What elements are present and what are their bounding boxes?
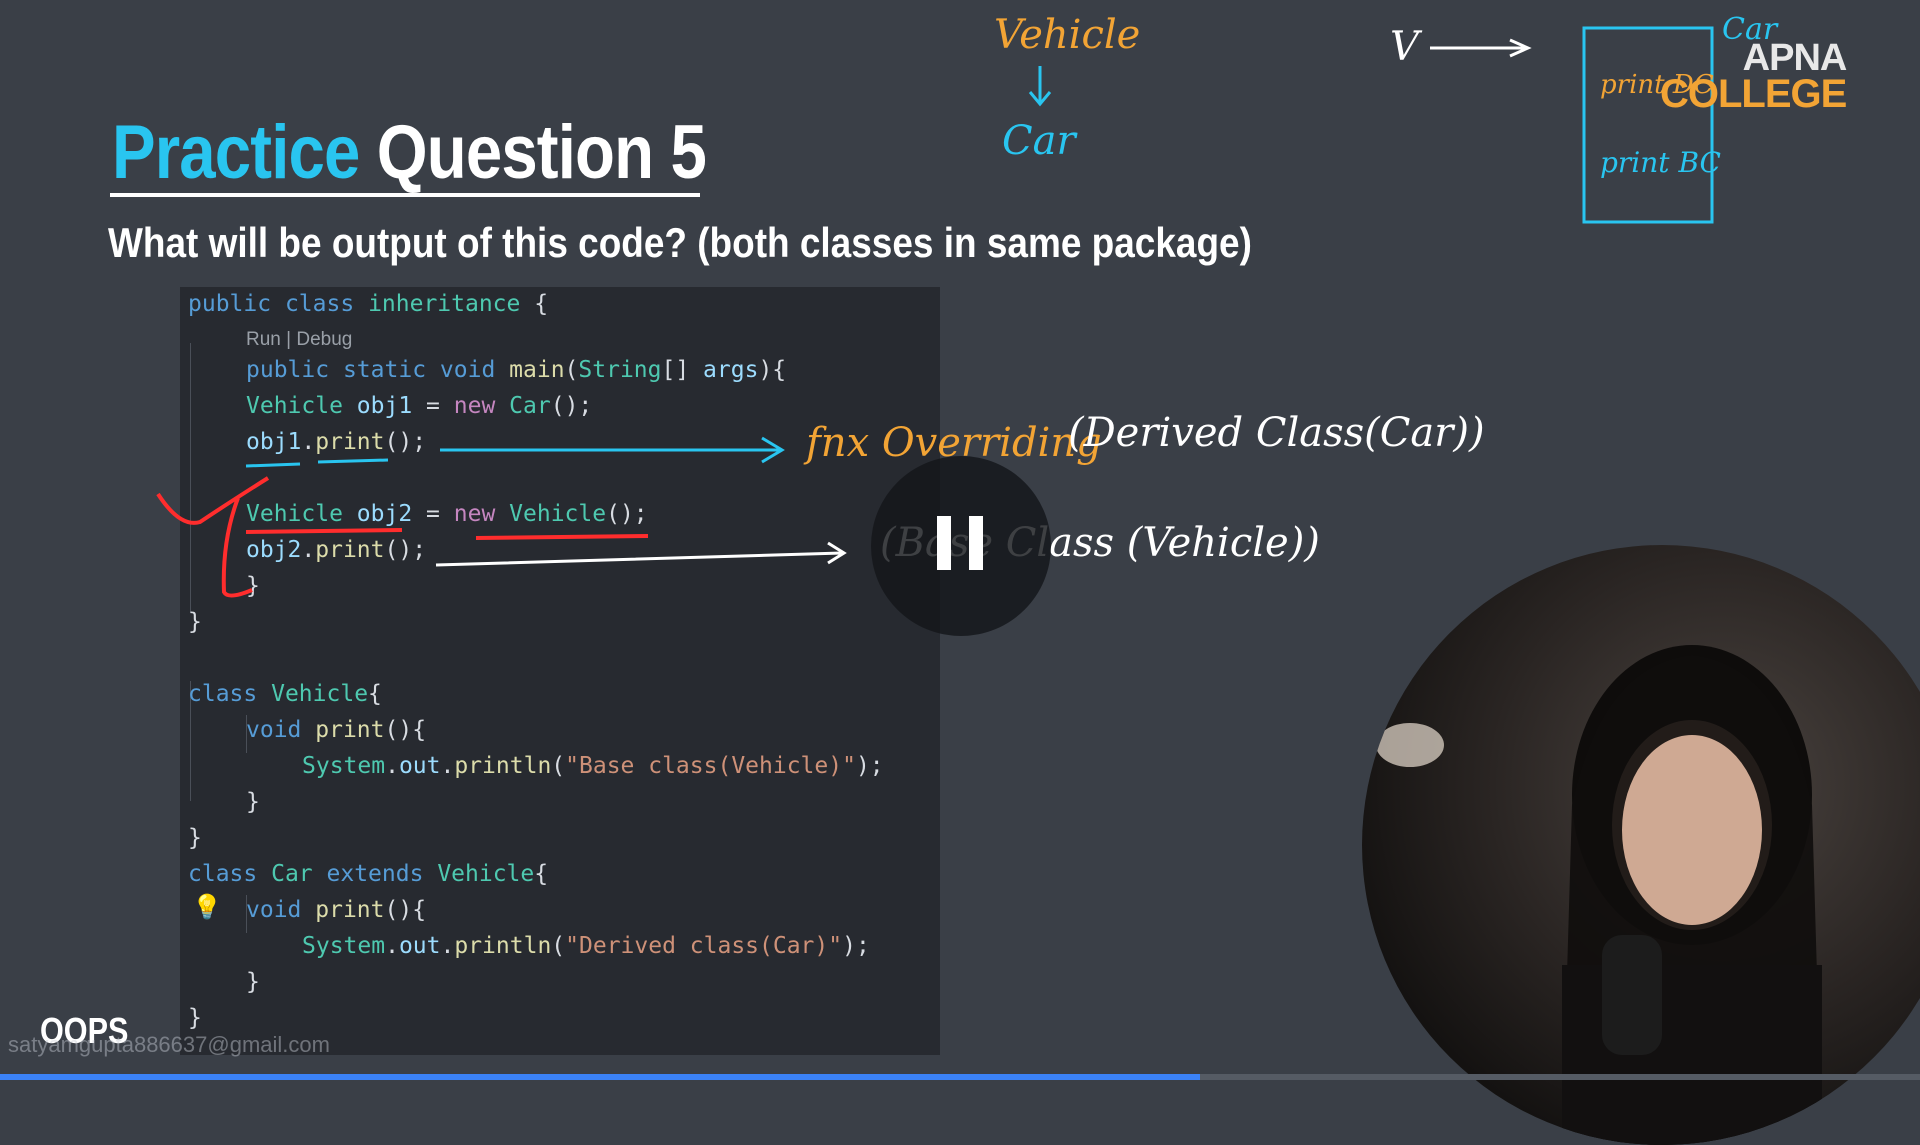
- pause-icon[interactable]: [871, 456, 1051, 636]
- ink-v-label: V: [1390, 24, 1419, 70]
- ink-derived-class-label: (Derived Class(Car)): [1068, 410, 1485, 456]
- pause-bar-left: [937, 516, 951, 570]
- video-progress-fill: [0, 1074, 1200, 1080]
- ink-arrow-base: [435, 541, 847, 567]
- email-watermark: satyamgupta886637@gmail.com: [8, 1032, 330, 1057]
- ink-arrow-overriding: [440, 436, 785, 464]
- apna-college-logo: APNA COLLEGE: [1660, 37, 1848, 116]
- logo-line-2: COLLEGE: [1660, 72, 1847, 116]
- ink-red-bracket: [156, 476, 270, 598]
- ink-underline-obj1: [245, 458, 389, 468]
- ink-underline-red-1: [245, 528, 403, 534]
- ink-underline-red-2: [475, 534, 649, 540]
- ink-box-print-bc: print BC: [1600, 146, 1721, 179]
- logo-line-1: APNA: [1742, 37, 1848, 79]
- ink-vehicle-label: Vehicle: [994, 12, 1141, 58]
- ink-down-arrow: [1028, 66, 1052, 107]
- ink-v-arrow: [1430, 38, 1532, 58]
- video-progress-bar[interactable]: [0, 1074, 1920, 1080]
- pause-bar-right: [969, 516, 983, 570]
- ink-car-label: Car: [1002, 118, 1076, 164]
